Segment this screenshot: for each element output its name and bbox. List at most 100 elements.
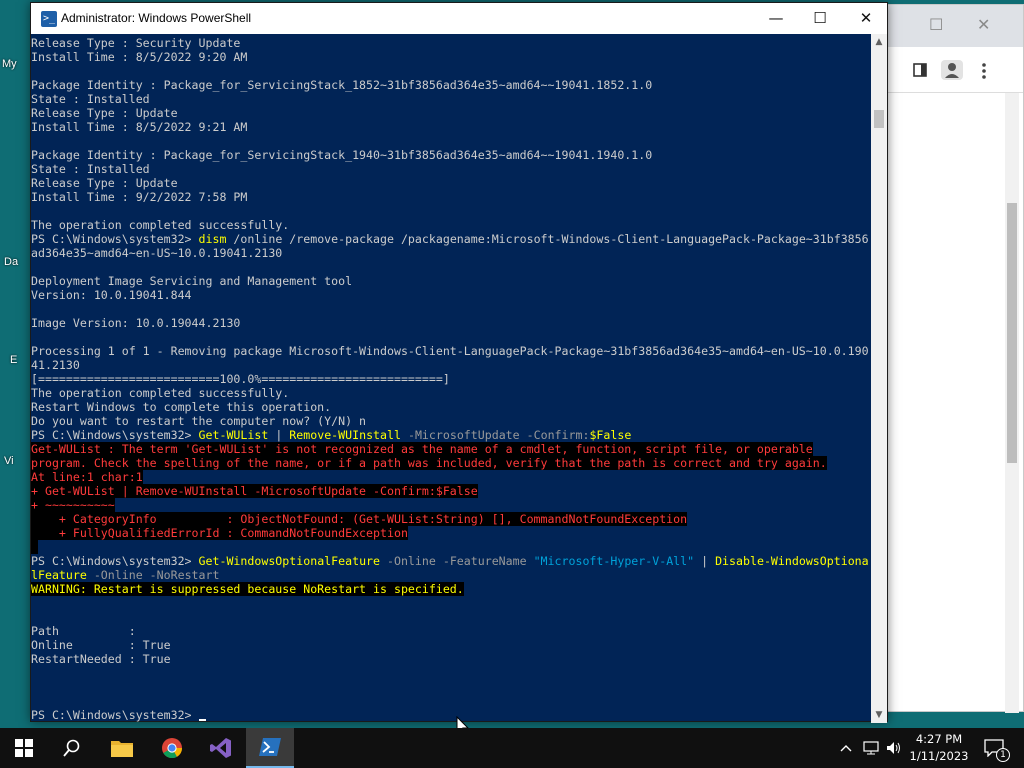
visual-studio-icon: [210, 738, 231, 758]
network-tray-button[interactable]: [860, 728, 882, 768]
browser-toolbar: [881, 47, 1023, 93]
start-button[interactable]: [0, 728, 48, 768]
console-text: $False: [589, 428, 632, 442]
console-line: Release Type : Security Update: [31, 36, 872, 50]
background-browser-window[interactable]: ☐ ✕: [880, 4, 1024, 713]
console-line: Release Type : Update: [31, 106, 872, 120]
taskbar-chrome[interactable]: [148, 728, 196, 768]
console-text: PS C:\Windows\system32>: [31, 708, 199, 722]
console-line: PS C:\Windows\system32>: [31, 708, 872, 722]
close-button[interactable]: ✕: [843, 3, 889, 34]
console-text: Do you want to restart the computer now?…: [31, 414, 367, 428]
console-scrollbar-thumb[interactable]: [874, 110, 884, 128]
console-text: Restart Windows to complete this operati…: [31, 400, 332, 414]
maximize-button[interactable]: ☐: [797, 3, 843, 34]
browser-scrollbar-thumb[interactable]: [1007, 203, 1017, 463]
console-text: PS C:\Windows\system32>: [31, 554, 199, 568]
console-text: Package Identity : Package_for_Servicing…: [31, 148, 653, 162]
window-title: Administrator: Windows PowerShell: [61, 11, 252, 25]
console-line: Package Identity : Package_for_Servicing…: [31, 78, 872, 92]
console-text: Release Type : Update: [31, 176, 178, 190]
more-options-icon[interactable]: [981, 63, 987, 79]
console-line: PS C:\Windows\system32> dism /online /re…: [31, 232, 872, 246]
console-text: 41.2130: [31, 358, 80, 372]
console-line: Do you want to restart the computer now?…: [31, 414, 872, 428]
console-text: program. Check the spelling of the name,…: [31, 456, 827, 470]
console-line: program. Check the spelling of the name,…: [31, 456, 872, 470]
console-line: lFeature -Online -NoRestart: [31, 568, 872, 582]
desktop-icon-label-da[interactable]: Da: [4, 256, 24, 268]
console-text: -Online -NoRestart: [86, 568, 220, 582]
console-text: + CategoryInfo : ObjectNotFound: (Get-WU…: [31, 512, 688, 526]
powershell-titlebar[interactable]: >_ Administrator: Windows PowerShell — ☐…: [31, 3, 887, 34]
console-line: WARNING: Restart is suppressed because N…: [31, 582, 872, 596]
clock-time: 4:27 PM: [915, 732, 963, 746]
console-text: lFeature: [31, 568, 87, 582]
browser-scrollbar[interactable]: [1005, 93, 1019, 713]
console-line: Deployment Image Servicing and Managemen…: [31, 274, 872, 288]
minimize-button[interactable]: —: [753, 3, 799, 34]
desktop-icon-label-e[interactable]: E: [10, 354, 30, 366]
desktop-icon-label-my[interactable]: My: [2, 58, 22, 70]
console-line: The operation completed successfully.: [31, 218, 872, 232]
network-icon: [863, 741, 879, 755]
taskbar-powershell[interactable]: [246, 728, 294, 768]
console-line: Path :: [31, 624, 872, 638]
browser-maximize-button[interactable]: ☐: [929, 15, 943, 34]
taskbar-file-explorer[interactable]: [98, 728, 146, 768]
console-text: [==========================100.0%=======…: [31, 372, 450, 386]
console-text: At line:1 char:1: [31, 470, 143, 484]
console-text: [31, 540, 38, 554]
console-line: ad364e35~amd64~en-US~10.0.19041.2130: [31, 246, 872, 260]
scroll-up-arrow-icon[interactable]: ▲: [871, 34, 887, 50]
console-text: Image Version: 10.0.19044.2130: [31, 316, 241, 330]
console-text: WARNING: Restart is suppressed because N…: [31, 582, 464, 596]
console-text: Deployment Image Servicing and Managemen…: [31, 274, 353, 288]
desktop-icon-label-vi[interactable]: Vi: [4, 455, 24, 467]
console-text: The operation completed successfully.: [31, 218, 290, 232]
console-text: Get-WUList : The term 'Get-WUList' is no…: [31, 442, 813, 456]
show-hidden-icons-button[interactable]: [836, 728, 856, 768]
search-button[interactable]: [48, 728, 96, 768]
powershell-icon: [259, 738, 281, 756]
console-line: State : Installed: [31, 162, 872, 176]
taskbar-clock[interactable]: 4:27 PM 1/11/2023: [908, 731, 970, 765]
console-text: Release Type : Update: [31, 106, 178, 120]
console-text: PS C:\Windows\system32>: [31, 232, 199, 246]
console-line: 41.2130: [31, 358, 872, 372]
console-text: "Microsoft-Hyper-V-All": [533, 554, 695, 568]
console-text: Package Identity : Package_for_Servicing…: [31, 78, 653, 92]
side-panel-icon[interactable]: [913, 63, 927, 77]
console-line: RestartNeeded : True: [31, 652, 872, 666]
chevron-up-icon: [840, 745, 852, 752]
console-text: |: [268, 428, 290, 442]
notification-center-button[interactable]: 1: [980, 728, 1010, 768]
console-output[interactable]: Release Type : Security Update Install Ti…: [31, 34, 872, 723]
scroll-down-arrow-icon[interactable]: ▼: [871, 707, 887, 723]
console-line: + FullyQualifiedErrorId : CommandNotFoun…: [31, 526, 872, 540]
console-line: Release Type : Update: [31, 176, 872, 190]
console-line: Image Version: 10.0.19044.2130: [31, 316, 872, 330]
console-text: State : Installed: [31, 92, 150, 106]
console-line: + ~~~~~~~~~~: [31, 498, 872, 512]
volume-tray-button[interactable]: [884, 728, 904, 768]
browser-titlebar[interactable]: ☐ ✕: [881, 5, 1023, 47]
console-line: + Get-WUList | Remove-WUInstall -Microso…: [31, 484, 872, 498]
powershell-window[interactable]: >_ Administrator: Windows PowerShell — ☐…: [30, 2, 888, 723]
clock-date: 1/11/2023: [909, 749, 969, 763]
console-text: /online /remove-package /packagename:Mic…: [226, 232, 869, 246]
console-text: ad364e35~amd64~en-US~10.0.19041.2130: [31, 246, 283, 260]
console-text: Version: 10.0.19041.844: [31, 288, 192, 302]
profile-avatar-icon[interactable]: [941, 60, 963, 80]
console-scrollbar[interactable]: ▲ ▼: [871, 34, 887, 723]
console-text: State : Installed: [31, 162, 150, 176]
taskbar-visual-studio[interactable]: [197, 728, 245, 768]
browser-close-button[interactable]: ✕: [977, 15, 990, 34]
